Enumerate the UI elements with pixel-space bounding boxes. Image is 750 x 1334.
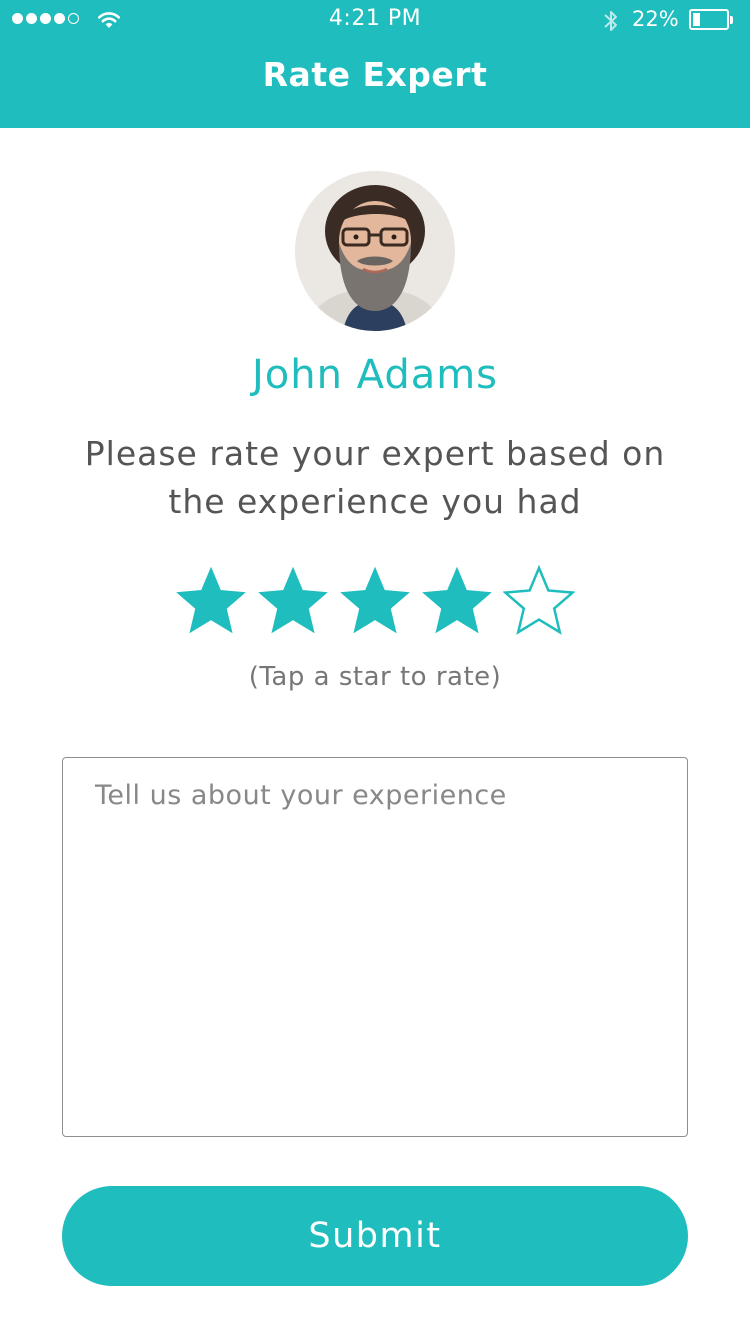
- experience-feedback-textarea[interactable]: [62, 757, 688, 1137]
- page-title: Rate Expert: [262, 55, 488, 94]
- avatar-portrait-image: [295, 171, 455, 331]
- battery-level-fill: [693, 13, 700, 26]
- rating-hint: (Tap a star to rate): [248, 662, 502, 692]
- rating-instruction: Please rate your expert based on the exp…: [84, 434, 666, 521]
- bluetooth-icon: [604, 11, 617, 31]
- submit-button[interactable]: Submit: [62, 1186, 688, 1286]
- battery-cap: [730, 16, 733, 24]
- star-filled-icon[interactable]: [175, 564, 247, 636]
- star-filled-icon[interactable]: [421, 564, 493, 636]
- expert-avatar: [295, 171, 455, 331]
- star-empty-icon[interactable]: [503, 564, 575, 636]
- star-filled-icon[interactable]: [339, 564, 411, 636]
- header: 4:21 PM 22% Rate Expert: [0, 0, 750, 128]
- star-rating: [175, 564, 575, 636]
- expert-name: John Adams: [251, 352, 499, 398]
- rate-expert-screen: 4:21 PM 22% Rate Expert John Adams Pleas…: [0, 0, 750, 1334]
- star-filled-icon[interactable]: [257, 564, 329, 636]
- status-bar: 4:21 PM 22%: [0, 0, 750, 40]
- battery-percentage: 22%: [632, 7, 679, 31]
- battery-icon: [689, 9, 733, 30]
